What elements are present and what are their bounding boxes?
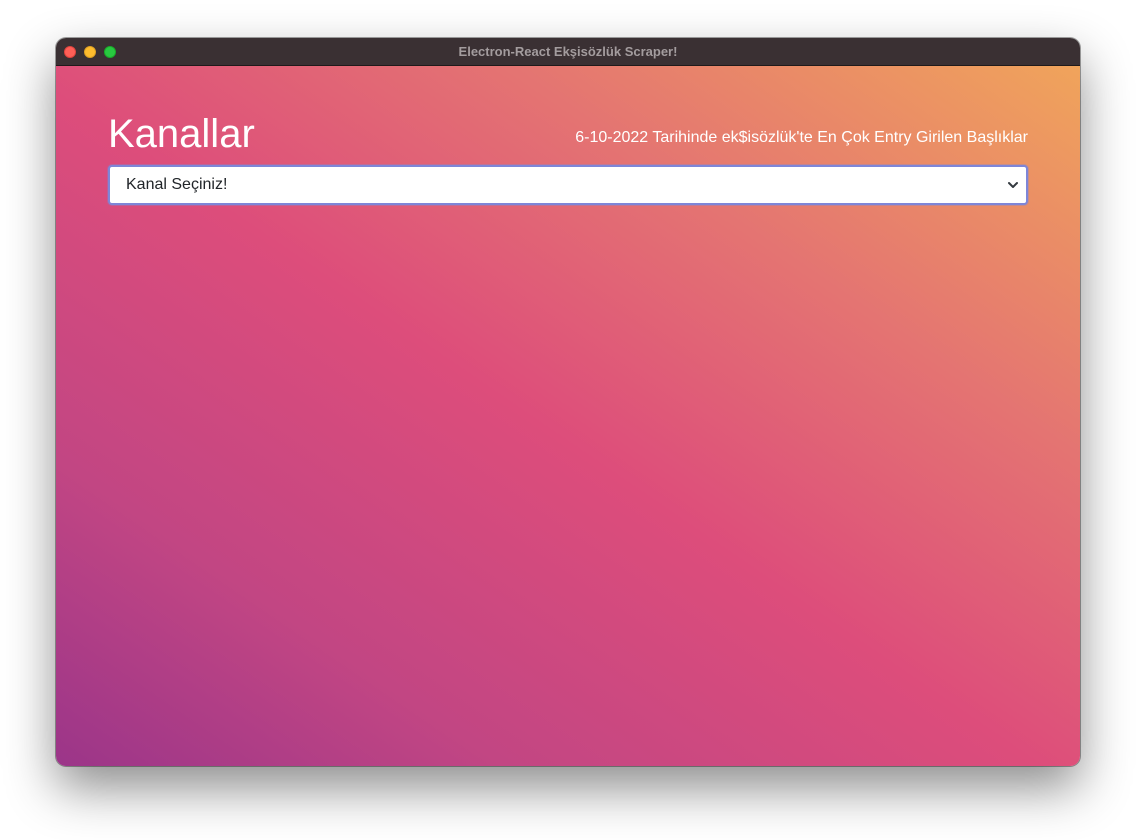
page-subtitle: 6-10-2022 Tarihinde ek$isözlük'te En Çok… <box>575 129 1028 146</box>
title-bar[interactable]: Electron-React Ekşisözlük Scraper! <box>56 38 1080 66</box>
channel-select[interactable]: Kanal Seçiniz! <box>108 165 1028 205</box>
page-title: Kanallar <box>108 112 255 156</box>
channel-select-value: Kanal Seçiniz! <box>126 176 228 193</box>
window-title: Electron-React Ekşisözlük Scraper! <box>458 44 678 59</box>
chevron-down-icon <box>1008 182 1018 188</box>
app-window: Electron-React Ekşisözlük Scraper! Kanal… <box>56 38 1080 766</box>
main-content: Kanallar 6-10-2022 Tarihinde ek$isözlük'… <box>56 66 1080 766</box>
